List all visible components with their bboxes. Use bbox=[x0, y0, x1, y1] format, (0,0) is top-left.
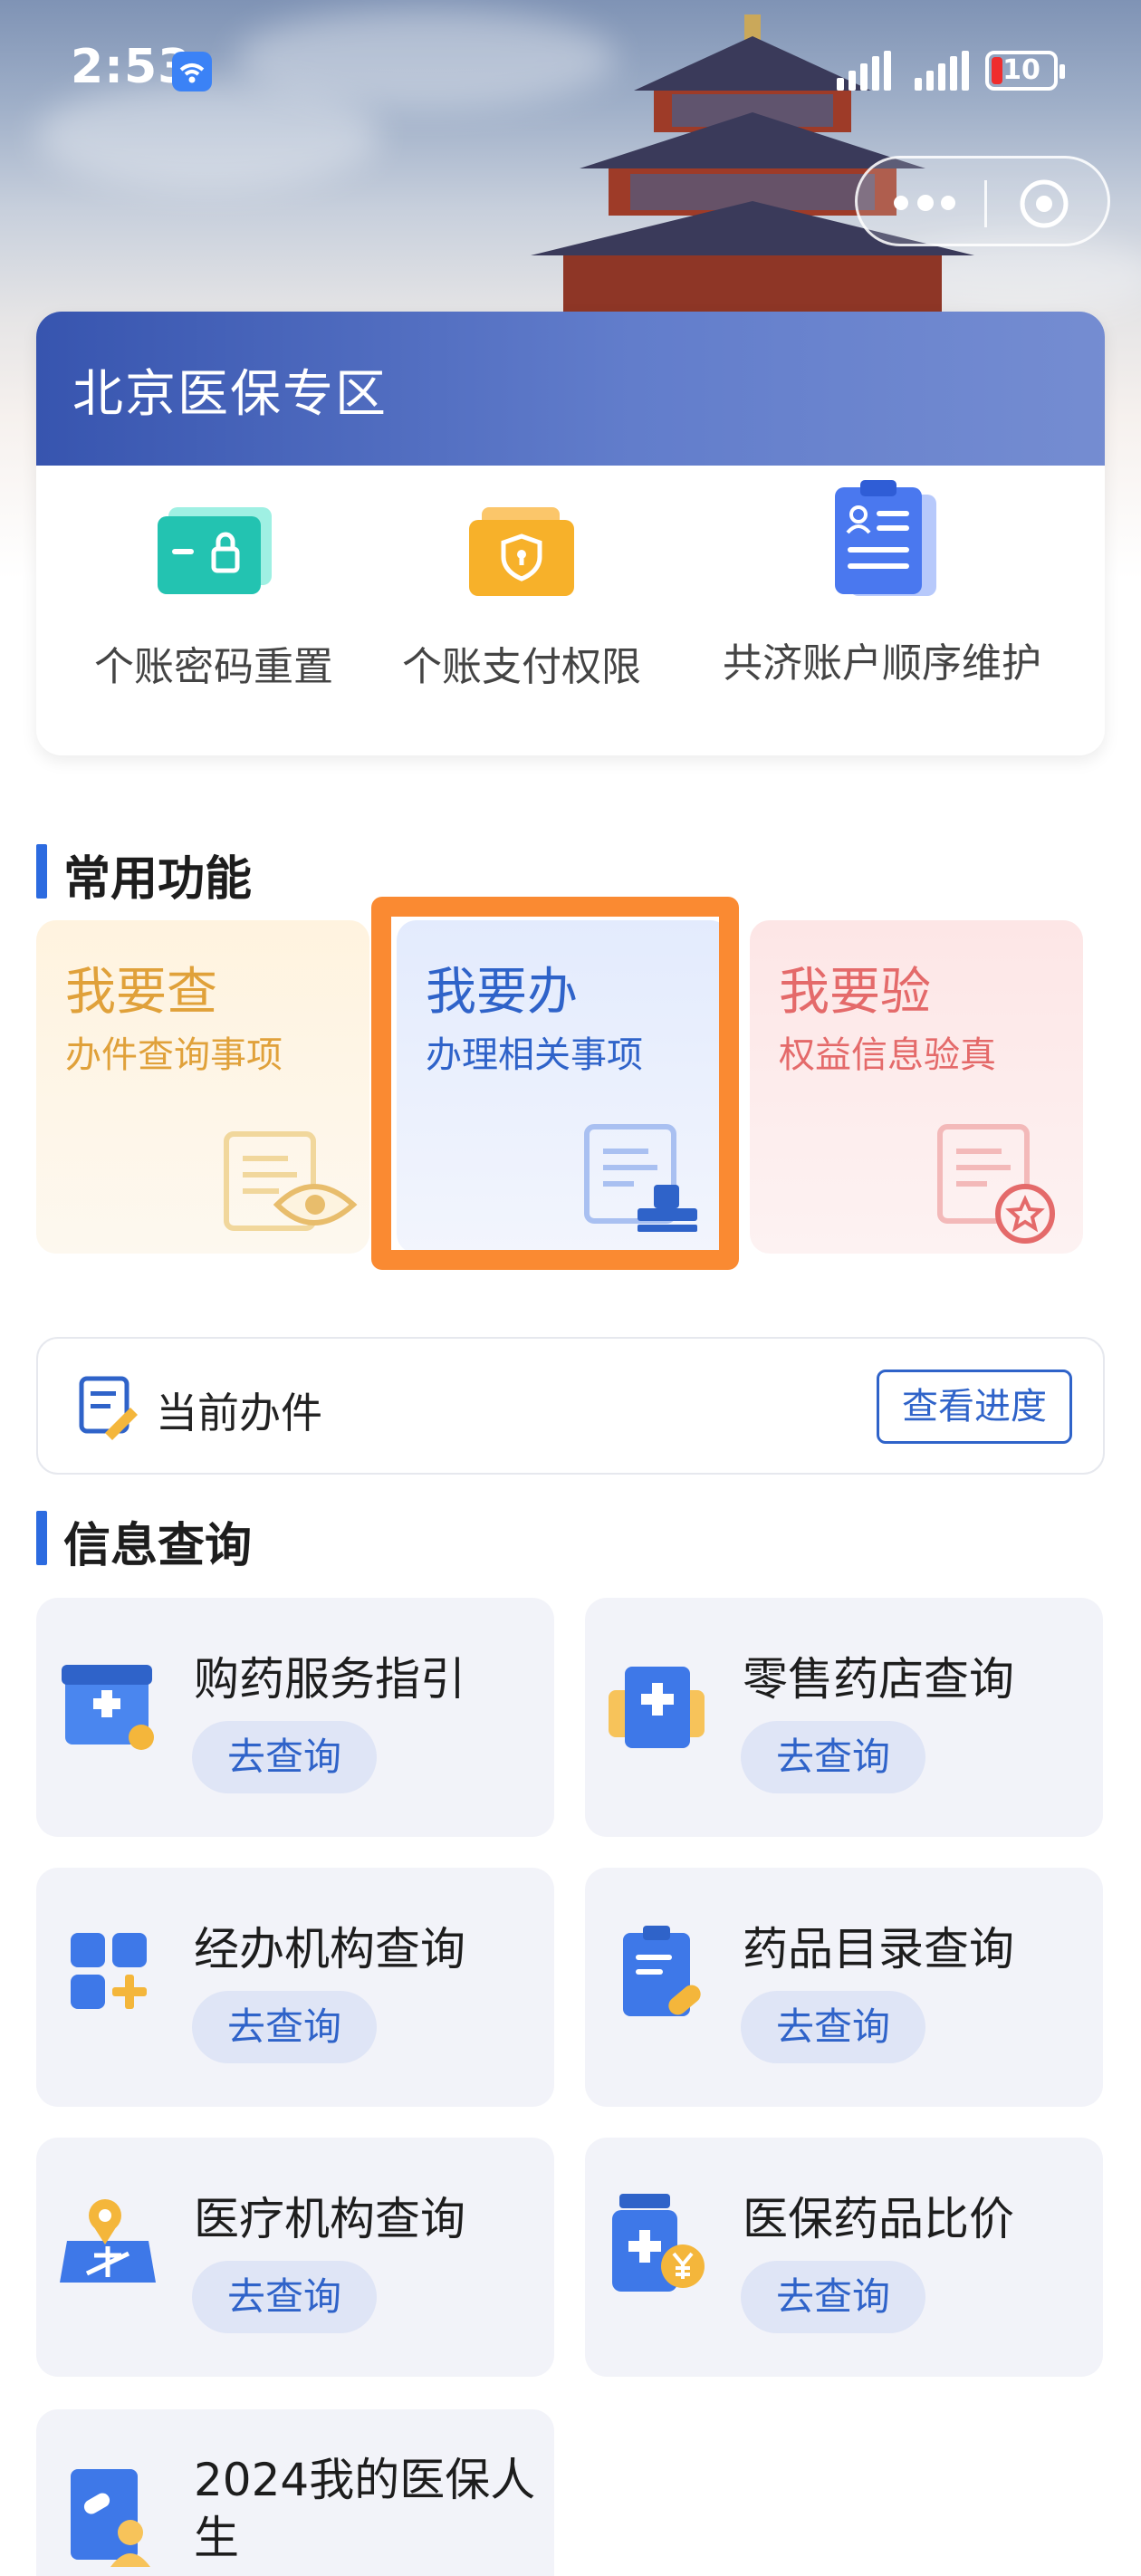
capsule-divider bbox=[984, 180, 987, 227]
battery-level: 10 bbox=[1002, 54, 1040, 86]
clipboard-user-icon bbox=[835, 480, 936, 596]
section-title-info-query: 信息查询 bbox=[36, 1507, 252, 1575]
query-card-purchase-guide[interactable]: 购药服务指引 去查询 bbox=[36, 1598, 554, 1837]
query-card-insurance-life[interactable]: 2024我的医保人生 bbox=[36, 2409, 554, 2576]
query-card-retail-pharmacy[interactable]: 零售药店查询 去查询 bbox=[585, 1598, 1103, 1837]
tile-verify-rights[interactable]: 我要验 权益信息验真 bbox=[750, 920, 1083, 1254]
tile-query-subtitle: 办件查询事项 bbox=[65, 1034, 283, 1076]
query-card-title: 购药服务指引 bbox=[194, 1653, 465, 1706]
more-options-icon[interactable] bbox=[888, 189, 961, 216]
tile-query-affairs[interactable]: 我要查 办件查询事项 bbox=[36, 920, 369, 1254]
query-card-title: 医保药品比价 bbox=[743, 2193, 1014, 2245]
wallet-shield-icon bbox=[469, 507, 574, 596]
medical-kit-icon bbox=[609, 1667, 705, 1748]
tile-query-title: 我要查 bbox=[65, 963, 217, 1022]
card-lock-icon bbox=[158, 507, 272, 594]
beijing-zone-card: 北京医保专区 个账密码重置 个账支付权限 共济账户顺序维护 bbox=[36, 312, 1105, 755]
go-query-button[interactable]: 去查询 bbox=[192, 1991, 377, 2063]
password-reset-label: 个账密码重置 bbox=[94, 644, 333, 690]
mutual-account-order-item[interactable]: 共济账户顺序维护 bbox=[692, 480, 1072, 688]
document-badge-icon bbox=[937, 1124, 1055, 1244]
payment-permission-label: 个账支付权限 bbox=[402, 644, 641, 690]
view-progress-button[interactable]: 查看进度 bbox=[877, 1370, 1072, 1444]
query-card-agency[interactable]: 经办机构查询 去查询 bbox=[36, 1868, 554, 2107]
beijing-zone-title: 北京医保专区 bbox=[72, 365, 388, 424]
mini-program-capsule bbox=[855, 156, 1110, 246]
go-query-button[interactable]: 去查询 bbox=[741, 1991, 925, 2063]
clipboard-pill-icon bbox=[623, 1926, 701, 2016]
grid-plus-icon bbox=[71, 1933, 147, 2009]
mutual-account-order-label: 共济账户顺序维护 bbox=[723, 640, 1041, 687]
current-affair-bar: 当前办件 查看进度 bbox=[36, 1337, 1105, 1475]
password-reset-item[interactable]: 个账密码重置 bbox=[87, 502, 340, 692]
current-affair-label: 当前办件 bbox=[156, 1389, 322, 1437]
signal-strength-icon bbox=[837, 51, 891, 91]
query-card-title: 2024我的医保人生 bbox=[194, 2454, 536, 2564]
pharmacy-store-icon bbox=[62, 1665, 154, 1750]
map-pin-icon bbox=[60, 2199, 156, 2283]
go-query-button[interactable]: 去查询 bbox=[741, 1721, 925, 1793]
go-query-button[interactable]: 去查询 bbox=[741, 2261, 925, 2333]
query-card-title: 药品目录查询 bbox=[743, 1923, 1014, 1975]
beijing-zone-header: 北京医保专区 bbox=[36, 312, 1105, 466]
tile-verify-title: 我要验 bbox=[779, 963, 931, 1022]
battery-icon: 10 bbox=[985, 51, 1065, 91]
section-title-common-functions: 常用功能 bbox=[36, 841, 252, 908]
tile-verify-subtitle: 权益信息验真 bbox=[779, 1034, 996, 1076]
close-mini-program-icon[interactable] bbox=[1019, 178, 1069, 229]
query-card-title: 医疗机构查询 bbox=[194, 2193, 465, 2245]
user-report-icon bbox=[71, 2469, 150, 2567]
go-query-button[interactable]: 去查询 bbox=[192, 1721, 377, 1793]
wifi-icon bbox=[172, 52, 212, 91]
document-pen-icon bbox=[79, 1376, 138, 1440]
query-card-title: 经办机构查询 bbox=[194, 1923, 465, 1975]
query-card-drug-catalog[interactable]: 药品目录查询 去查询 bbox=[585, 1868, 1103, 2107]
go-query-button[interactable]: 去查询 bbox=[192, 2261, 377, 2333]
signal-strength-icon bbox=[915, 51, 969, 91]
payment-permission-item[interactable]: 个账支付权限 bbox=[395, 502, 648, 692]
selection-highlight bbox=[371, 897, 739, 1270]
query-card-price-compare[interactable]: 医保药品比价 去查询 bbox=[585, 2138, 1103, 2377]
query-card-medical-institution[interactable]: 医疗机构查询 去查询 bbox=[36, 2138, 554, 2377]
pill-bottle-yen-icon bbox=[612, 2194, 705, 2292]
document-eye-icon bbox=[224, 1131, 358, 1231]
query-card-title: 零售药店查询 bbox=[743, 1653, 1014, 1706]
